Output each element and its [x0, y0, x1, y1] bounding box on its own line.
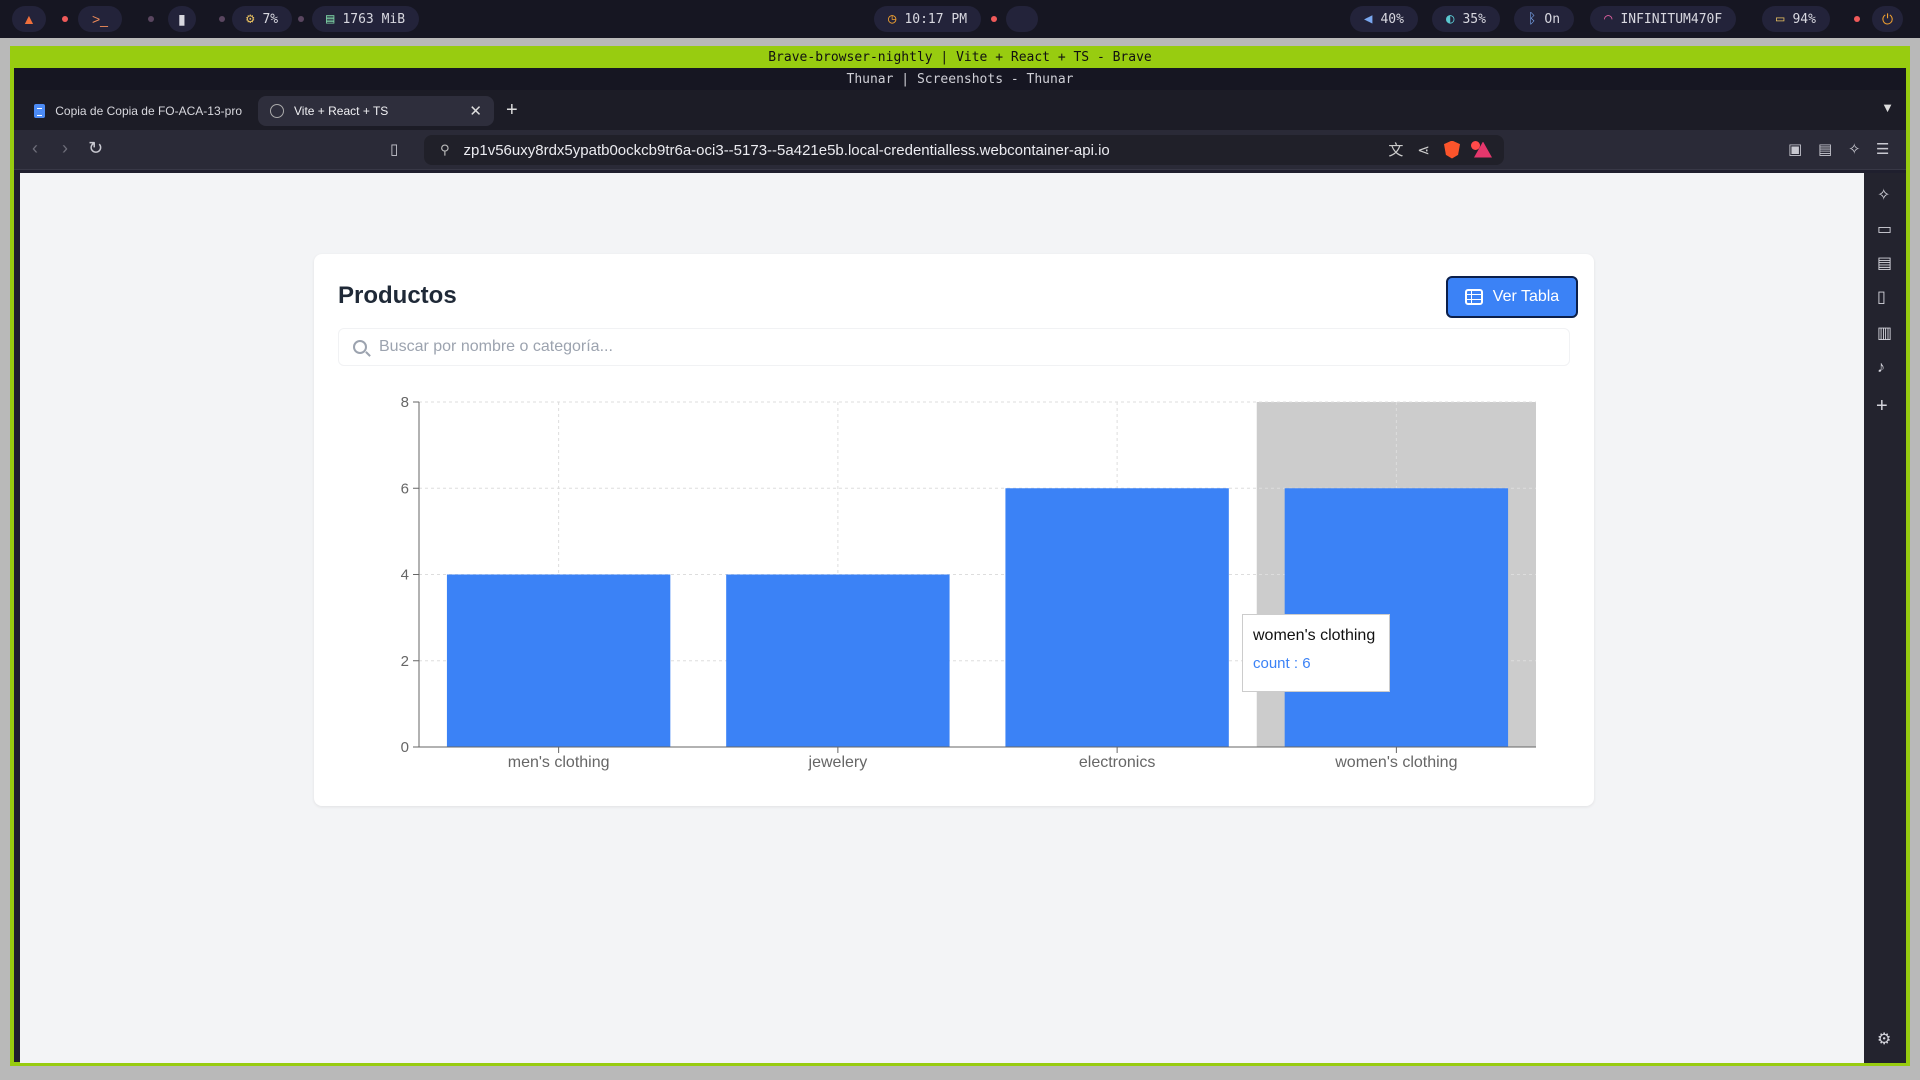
x-tick-label: men's clothing: [508, 754, 610, 771]
bluetooth-status: On: [1544, 11, 1561, 27]
page-viewport: Productos Ver Tabla 02468men's clothingj…: [20, 173, 1864, 1063]
wifi-widget[interactable]: ◠ INFINITUM470F: [1590, 6, 1737, 32]
tab-label: Vite + React + TS: [294, 104, 389, 118]
workspace-dot[interactable]: [219, 16, 225, 22]
url-text: zp1v56uxy8rdx5ypatb0ockcb9tr6a-oci3--517…: [463, 141, 1110, 159]
tab-label: Copia de Copia de FO-ACA-13-pro: [55, 104, 242, 118]
address-bar[interactable]: ⚲ zp1v56uxy8rdx5ypatb0ockcb9tr6a-oci3--5…: [424, 135, 1504, 165]
brave-sidebar: ✧ ▭ ▤ ▯ ▥ ♪ + ⚙: [1864, 173, 1906, 1063]
products-card: Productos Ver Tabla 02468men's clothingj…: [314, 254, 1594, 806]
brightness-icon: ◐: [1446, 11, 1455, 27]
power-button[interactable]: ⏻: [1872, 6, 1904, 32]
reload-button[interactable]: ↻: [88, 138, 103, 159]
music-icon[interactable]: ♪: [1877, 359, 1885, 377]
tooltip-title: women's clothing: [1253, 627, 1376, 644]
memory-icon: ▤: [326, 11, 335, 27]
battery-level: 94%: [1792, 11, 1816, 27]
tab-list-chevron-icon[interactable]: ▼: [1881, 100, 1894, 115]
cpu-widget[interactable]: ⚙ 7%: [232, 6, 293, 32]
tray-button[interactable]: [1006, 6, 1038, 32]
talk-icon[interactable]: ▭: [1877, 219, 1892, 239]
bar[interactable]: [446, 574, 671, 748]
wifi-icon: ◠: [1604, 11, 1613, 27]
bookmark-icon[interactable]: ▯: [390, 140, 398, 158]
forward-button[interactable]: ›: [62, 138, 68, 159]
tab-vite-app[interactable]: Vite + React + TS ✕: [258, 96, 494, 126]
x-tick-label: women's clothing: [1334, 754, 1457, 771]
back-button[interactable]: ‹: [32, 138, 38, 159]
x-tick-label: jewelery: [808, 754, 868, 771]
y-tick-label: 4: [401, 567, 409, 584]
volume-widget[interactable]: ◀ 40%: [1350, 6, 1418, 32]
y-tick-label: 8: [401, 394, 409, 411]
bar[interactable]: [1005, 488, 1229, 747]
menu-icon[interactable]: ☰: [1876, 140, 1889, 158]
wifi-name: INFINITUM470F: [1620, 11, 1723, 27]
workspace-dot[interactable]: [148, 16, 154, 22]
y-tick-label: 6: [401, 480, 409, 497]
browser-toolbar: ‹ › ↻ ▯ ⚲ zp1v56uxy8rdx5ypatb0ockcb9tr6a…: [14, 130, 1906, 170]
brightness-level: 35%: [1462, 11, 1486, 27]
workspace-dot[interactable]: [298, 16, 304, 22]
translate-icon[interactable]: 文: [1388, 139, 1403, 160]
sidebar-toggle-icon[interactable]: ▣: [1788, 140, 1802, 158]
bluetooth-widget[interactable]: ᛒ On: [1514, 6, 1575, 32]
memory-widget[interactable]: ▤ 1763 MiB: [312, 6, 420, 32]
close-tab-icon[interactable]: ✕: [469, 102, 482, 120]
bar[interactable]: [726, 574, 950, 748]
brave-shields-icon[interactable]: [1444, 140, 1460, 159]
share-icon[interactable]: ⋖: [1417, 141, 1430, 159]
new-tab-button[interactable]: +: [506, 99, 518, 122]
rewards-badge: [1471, 141, 1480, 150]
site-settings-icon[interactable]: ⚲: [440, 142, 450, 158]
clock-icon: ◷: [888, 11, 897, 27]
tooltip-value: count : 6: [1253, 655, 1311, 672]
notification-dot[interactable]: [1854, 16, 1860, 22]
wallet-icon[interactable]: ▤: [1877, 253, 1892, 273]
clipboard-button[interactable]: ▮: [168, 6, 196, 32]
cpu-usage: 7%: [262, 11, 279, 27]
reading-list-icon[interactable]: ▥: [1877, 323, 1892, 343]
desktop-topbar: ▲ >_ ▮ ⚙ 7% ▤ 1763 MiB ◷ 10:17 PM ◀ 40% …: [0, 0, 1920, 38]
window-subtitle: Thunar | Screenshots - Thunar: [14, 68, 1906, 90]
tab-strip: Copia de Copia de FO-ACA-13-pro Vite + R…: [14, 90, 1906, 130]
volume-level: 40%: [1380, 11, 1404, 27]
terminal-workspace-button[interactable]: >_: [78, 6, 122, 32]
arch-icon: ▲: [22, 11, 36, 27]
bluetooth-icon: ᛒ: [1528, 11, 1537, 27]
tab-document[interactable]: Copia de Copia de FO-ACA-13-pro: [22, 96, 254, 126]
battery-icon: ▭: [1776, 11, 1785, 27]
y-tick-label: 2: [401, 653, 409, 670]
notification-dot[interactable]: [991, 16, 997, 22]
x-tick-label: electronics: [1079, 754, 1155, 771]
bookmarks-icon[interactable]: ▯: [1877, 287, 1886, 307]
power-icon: ⏻: [1882, 11, 1894, 27]
clock-widget[interactable]: ◷ 10:17 PM: [874, 6, 982, 32]
category-bar-chart: 0 2 4 6 8 men's clothing jewelery electronics wo…: [401, 394, 1536, 771]
workspace-dot[interactable]: [62, 16, 68, 22]
docs-icon: [34, 104, 46, 118]
leo-ai-icon[interactable]: ✧: [1877, 185, 1890, 205]
brightness-widget[interactable]: ◐ 35%: [1432, 6, 1500, 32]
cpu-icon: ⚙: [246, 11, 255, 27]
sidebar-settings-icon[interactable]: ⚙: [1877, 1029, 1891, 1049]
leo-ai-icon[interactable]: ✧: [1848, 140, 1861, 158]
wallet-icon[interactable]: ▤: [1818, 140, 1832, 158]
volume-icon: ◀: [1364, 11, 1373, 27]
battery-widget[interactable]: ▭ 94%: [1762, 6, 1830, 32]
memory-usage: 1763 MiB: [342, 11, 406, 27]
y-tick-label: 0: [401, 739, 409, 756]
clock-time: 10:17 PM: [904, 11, 968, 27]
launcher-button[interactable]: ▲: [12, 6, 46, 32]
chart-tooltip: women's clothing count : 6: [1242, 614, 1390, 692]
globe-icon: [270, 104, 284, 118]
terminal-icon: >_: [92, 11, 108, 27]
clipboard-icon: ▮: [178, 11, 186, 27]
add-panel-icon[interactable]: +: [1876, 395, 1888, 418]
window-title: Brave-browser-nightly | Vite + React + T…: [14, 46, 1906, 68]
